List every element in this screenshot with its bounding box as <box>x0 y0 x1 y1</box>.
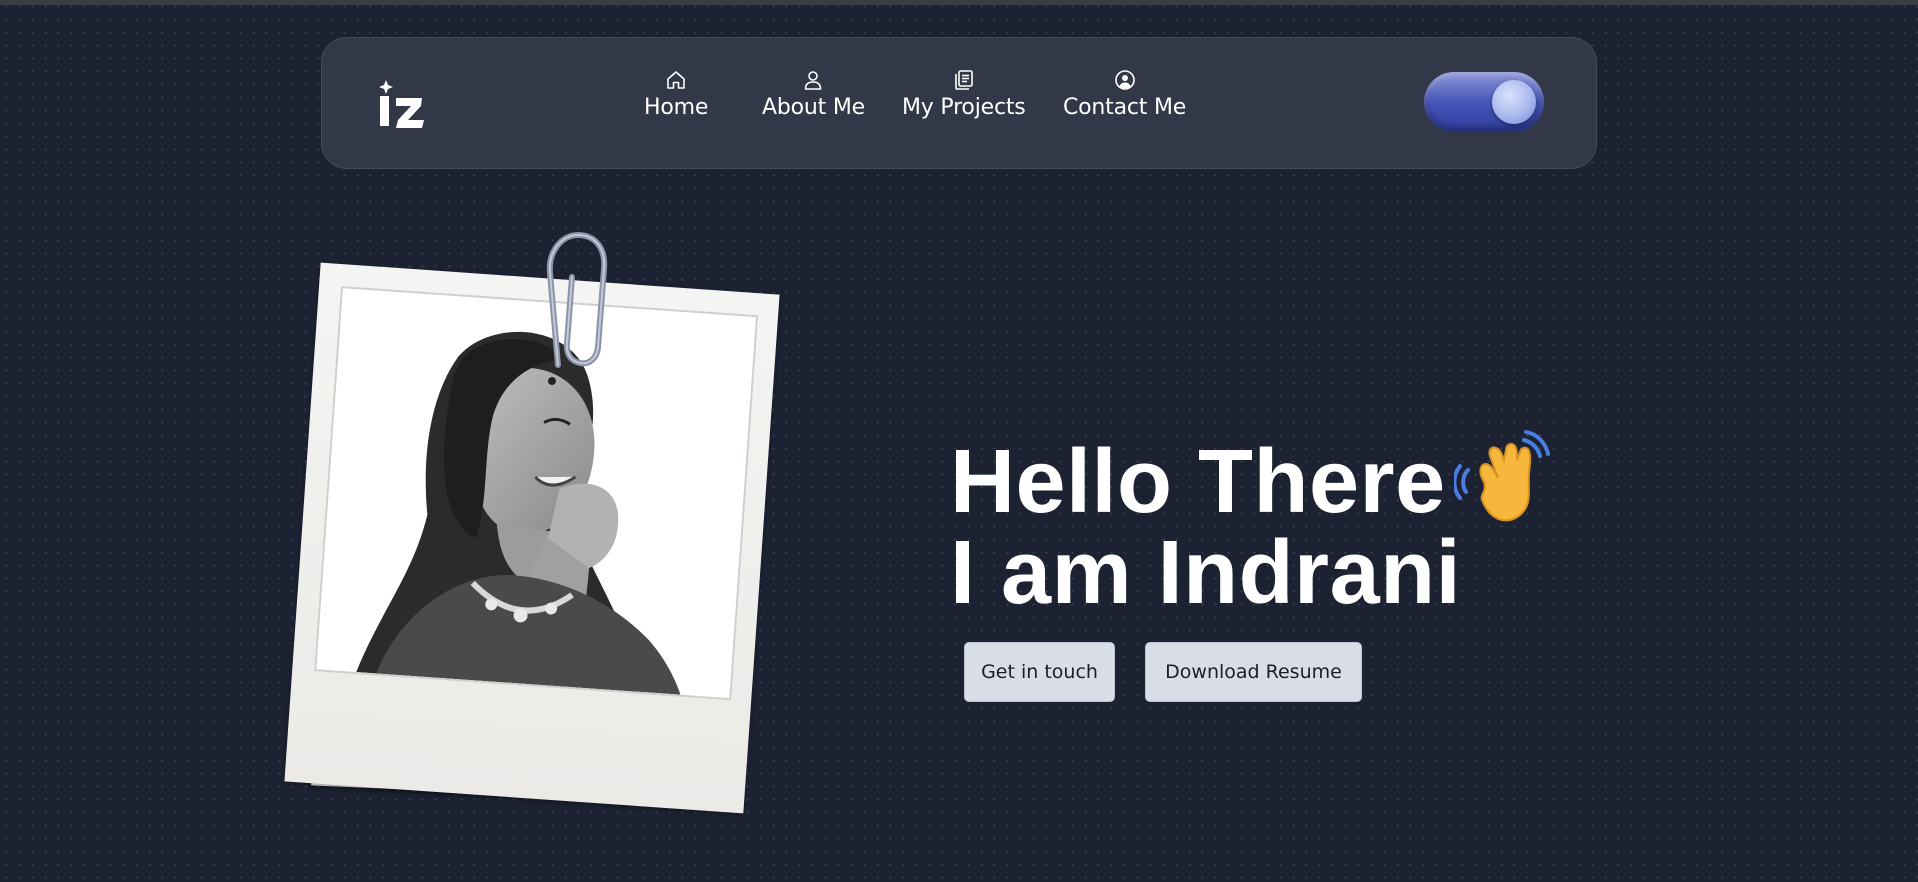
contact-icon <box>1114 70 1135 90</box>
nav-home[interactable]: Home <box>644 68 708 120</box>
nav-projects-label: My Projects <box>902 95 1026 120</box>
nav-about-label: About Me <box>762 95 865 120</box>
profile-photo <box>314 286 759 701</box>
hero-line-1: Hello There <box>950 430 1550 528</box>
hero-greeting: Hello There <box>950 432 1446 532</box>
nav-contact-label: Contact Me <box>1063 95 1187 120</box>
brand-logo[interactable] <box>374 76 430 132</box>
navbar: Home About Me My Projects Contact Me <box>321 37 1597 169</box>
portrait-illustration <box>316 288 756 699</box>
nav-home-label: Home <box>644 95 709 120</box>
polaroid-front-card <box>284 262 780 814</box>
waving-hand-icon <box>1453 430 1550 522</box>
browser-top-strip <box>0 0 1918 5</box>
projects-icon <box>954 70 973 90</box>
nav-contact[interactable]: Contact Me <box>1063 68 1186 120</box>
nav-about[interactable]: About Me <box>762 68 865 120</box>
download-resume-button[interactable]: Download Resume <box>1145 642 1362 702</box>
paperclip-icon <box>546 231 608 368</box>
hero-heading: Hello There I am Indrani <box>950 430 1550 623</box>
user-icon <box>805 71 822 90</box>
moon-icon <box>1492 80 1536 124</box>
nav-projects[interactable]: My Projects <box>902 68 1026 120</box>
hero-line-2: I am Indrani <box>950 523 1462 623</box>
home-icon <box>667 71 685 89</box>
theme-toggle[interactable] <box>1424 72 1544 132</box>
profile-polaroid <box>270 220 850 870</box>
get-in-touch-button[interactable]: Get in touch <box>964 642 1115 702</box>
